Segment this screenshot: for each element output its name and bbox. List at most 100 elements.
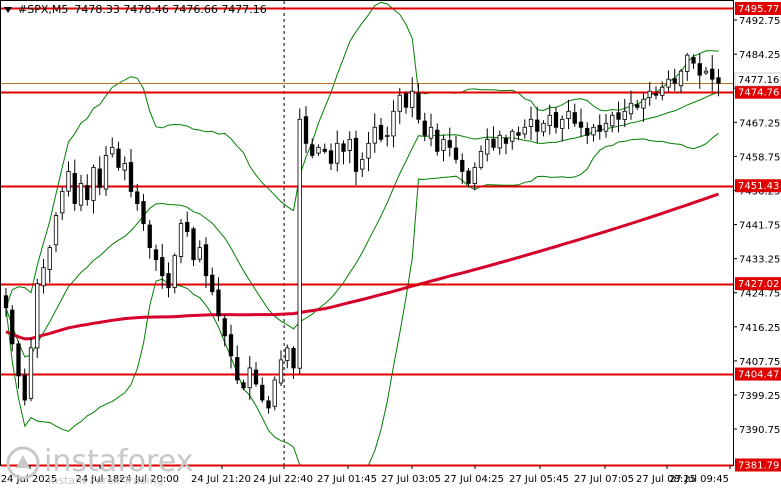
candle-body — [397, 94, 402, 112]
candle-body — [116, 148, 121, 168]
candle-body — [328, 150, 334, 164]
candle-body — [385, 134, 390, 137]
candle-body — [97, 168, 102, 188]
candle-body — [135, 191, 140, 204]
candle-body — [253, 369, 259, 385]
candle-body — [291, 347, 296, 369]
candle-body — [272, 379, 277, 407]
candle-body — [641, 98, 646, 109]
candle-body — [478, 150, 484, 168]
candle-body — [78, 183, 84, 206]
price-tick-label: 7433.25 — [739, 255, 780, 266]
candle-body — [635, 104, 640, 108]
candle-body — [285, 347, 290, 361]
candle-body — [610, 114, 615, 127]
candle-body — [691, 57, 696, 64]
candle-body — [235, 357, 240, 381]
candle-body — [560, 118, 565, 129]
candle-body — [678, 70, 684, 87]
candle-body — [441, 138, 446, 151]
level-label: 7495.77 — [738, 4, 779, 15]
candle-body — [660, 86, 665, 96]
candle-body — [341, 143, 346, 152]
collapse-triangle-icon[interactable] — [4, 7, 12, 13]
candle-body — [16, 343, 21, 377]
chart-background — [0, 0, 781, 489]
candle-body — [247, 367, 252, 389]
price-tick-label: 7407.75 — [739, 357, 780, 368]
candle-body — [653, 93, 659, 96]
price-tick-label: 7458.75 — [739, 152, 780, 163]
candle-body — [85, 185, 90, 200]
candle-body — [241, 382, 246, 389]
candle-body — [466, 170, 471, 184]
candle-body — [416, 92, 421, 120]
candle-body — [297, 118, 302, 369]
price-tick-label: 7399.25 — [739, 391, 780, 402]
candle-body — [553, 112, 559, 128]
candle-body — [335, 142, 340, 164]
candle-body — [35, 283, 40, 349]
price-tick-label: 7441.75 — [739, 221, 780, 232]
time-tick-label: 27 Jul 04:25 — [444, 474, 504, 485]
time-tick-label: 27 Jul 07:05 — [574, 474, 634, 485]
candle-body — [360, 158, 365, 170]
candle-body — [585, 127, 590, 136]
candle-body — [378, 124, 384, 140]
candle-body — [191, 228, 196, 261]
candle-body — [516, 132, 521, 136]
candle-body — [366, 142, 371, 159]
candle-body — [72, 173, 77, 204]
candle-body — [122, 163, 127, 171]
candle-body — [485, 138, 490, 155]
level-label: 7381.79 — [738, 461, 779, 472]
candle-body — [597, 124, 602, 132]
candle-body — [178, 223, 184, 257]
candle-body — [66, 171, 71, 192]
candle-body — [3, 295, 9, 309]
level-label: 7474.76 — [738, 88, 779, 99]
candle-body — [347, 138, 352, 151]
candle-body — [60, 191, 65, 214]
candle-body — [528, 118, 534, 127]
candle-body — [697, 63, 702, 76]
candle-body — [572, 112, 577, 124]
candle-body — [410, 90, 415, 108]
candle-body — [428, 126, 434, 139]
price-tick-label: 7424.75 — [739, 289, 780, 300]
candle-body — [141, 201, 146, 224]
candle-body — [672, 78, 677, 84]
candle-body — [541, 122, 546, 133]
candle-body — [316, 146, 321, 154]
candle-body — [53, 215, 59, 246]
candle-body — [372, 126, 377, 144]
candle-body — [228, 334, 234, 357]
candle-body — [666, 78, 671, 88]
candle-body — [310, 144, 315, 156]
candle-body — [353, 137, 359, 172]
chart-header: #SPX,M5 7478.33 7478.46 7476.66 7477.16 — [4, 3, 273, 16]
candle-body — [153, 249, 159, 261]
candle-body — [616, 112, 621, 120]
candle-body — [591, 126, 596, 136]
level-label: 7451.43 — [738, 181, 779, 192]
candle-body — [460, 159, 465, 172]
current-price-label: 7477.16 — [738, 75, 779, 86]
price-tick-label: 7467.25 — [739, 118, 780, 129]
time-tick-label: 27 Jul 09:45 — [669, 474, 729, 485]
candle-body — [647, 90, 652, 98]
candle-body — [303, 116, 309, 144]
time-tick-label: 24 Jul 21:20 — [191, 474, 251, 485]
candle-body — [535, 119, 540, 132]
candle-body — [391, 110, 396, 137]
candle-body — [491, 138, 496, 148]
candle-body — [210, 274, 215, 293]
candle-body — [278, 359, 284, 384]
candle-body — [197, 247, 202, 260]
candle-body — [566, 110, 571, 119]
time-tick-label: 27 Jul 05:45 — [509, 474, 569, 485]
candle-body — [266, 400, 271, 409]
candle-body — [41, 267, 46, 287]
candle-body — [622, 110, 627, 120]
candle-body — [628, 102, 634, 115]
